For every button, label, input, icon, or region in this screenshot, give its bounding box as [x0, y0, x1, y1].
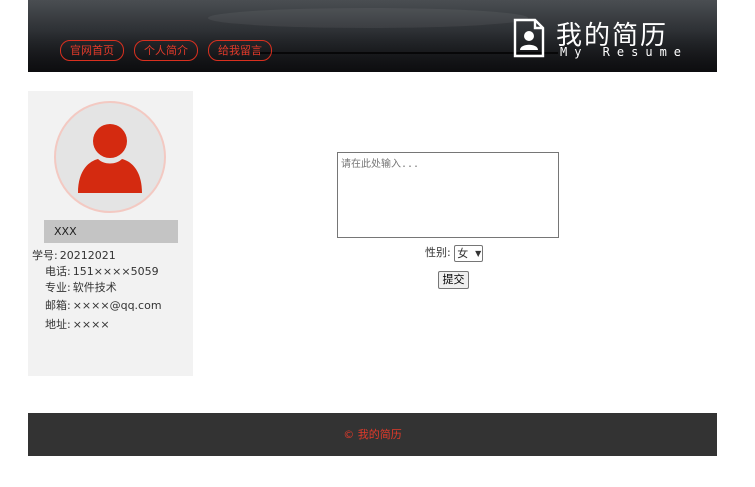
header-banner: 官网首页 个人简介 给我留言 我的简历 My Resume: [28, 0, 717, 72]
info-email: 邮箱: ××××@qq.com: [45, 297, 162, 313]
footer: © 我的简历: [28, 413, 717, 456]
nav-profile-button[interactable]: 个人简介: [134, 40, 198, 61]
info-major: 专业: 软件技术: [45, 279, 117, 295]
info-label: 学号:: [32, 249, 58, 262]
info-value: 151××××5059: [72, 265, 159, 278]
info-label: 电话:: [45, 265, 71, 278]
message-textarea[interactable]: [337, 152, 559, 238]
info-label: 邮箱:: [45, 299, 71, 312]
nav-message-button[interactable]: 给我留言: [208, 40, 272, 61]
submit-button[interactable]: 提交: [438, 271, 469, 289]
footer-copyright: © 我的简历: [343, 428, 402, 441]
info-value: ××××@qq.com: [72, 299, 162, 312]
gender-row: 性别: 女 ▼: [425, 244, 484, 262]
info-address: 地址: ××××: [45, 316, 110, 332]
brand-logo: 我的简历 My Resume: [512, 14, 702, 60]
profile-name: XXX: [44, 220, 178, 243]
gender-select[interactable]: 女 ▼: [454, 244, 484, 262]
info-value: 20212021: [59, 249, 116, 262]
info-label: 地址:: [45, 318, 71, 331]
user-icon: [78, 124, 142, 193]
resume-document-icon: [513, 18, 545, 58]
gender-label: 性别:: [425, 246, 451, 259]
avatar: [54, 101, 166, 213]
banner-cloud: [208, 8, 528, 28]
nav-home-button[interactable]: 官网首页: [60, 40, 124, 61]
info-phone: 电话: 151××××5059: [45, 263, 159, 279]
profile-sidebar: XXX 学号: 20212021 电话: 151××××5059 专业: 软件技术 邮…: [28, 91, 193, 376]
brand-subtitle: My Resume: [560, 45, 689, 59]
info-label: 专业:: [45, 281, 71, 294]
message-form: 性别: 女 ▼ 提交: [337, 152, 559, 289]
info-value: 软件技术: [72, 281, 117, 294]
info-student-id: 学号: 20212021: [32, 247, 116, 263]
info-value: ××××: [72, 318, 110, 331]
chevron-down-icon: ▼: [475, 248, 482, 258]
main-nav: 官网首页 个人简介 给我留言: [60, 40, 272, 61]
gender-selected-value: 女: [457, 246, 469, 260]
